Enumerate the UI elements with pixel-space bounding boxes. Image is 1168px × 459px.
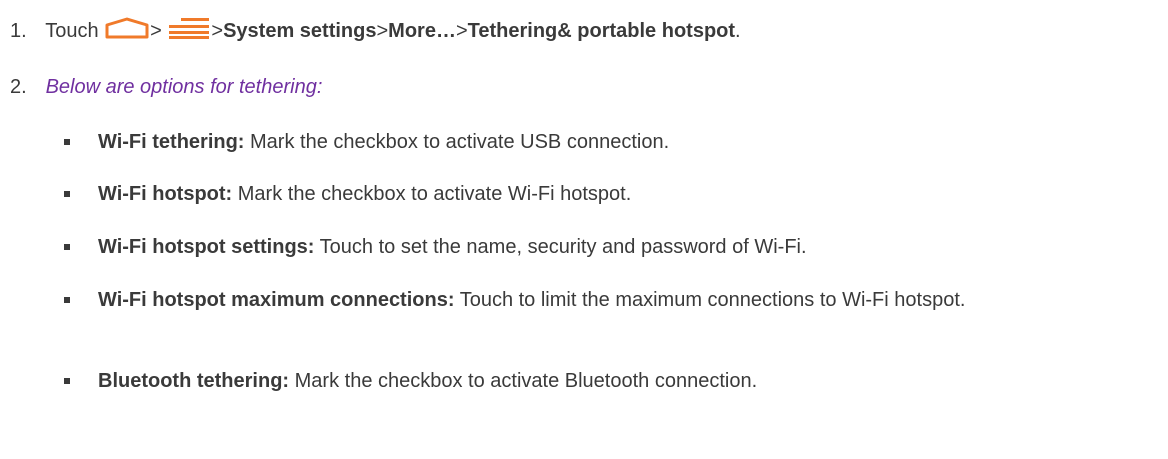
- option-label: Wi-Fi tethering:: [98, 131, 245, 153]
- bullet-square-icon: [64, 378, 70, 384]
- menu-icon: [167, 17, 211, 46]
- bullet-square-icon: [64, 139, 70, 145]
- separator: >: [376, 20, 389, 42]
- option-text: Touch to set the name, security and pass…: [314, 236, 807, 258]
- option-label: Wi-Fi hotspot:: [98, 183, 233, 205]
- list-item: Wi-Fi hotspot: Mark the checkbox to acti…: [64, 181, 632, 208]
- touch-text: Touch: [45, 20, 99, 42]
- list-item: Wi-Fi hotspot maximum connections: Touch…: [64, 287, 1158, 314]
- option-text: Mark the checkbox to activate Wi-Fi hots…: [232, 183, 632, 205]
- option-text: Mark the checkbox to activate Bluetooth …: [289, 370, 758, 392]
- step-2: 2. Below are options for tethering:: [10, 74, 322, 100]
- bullet-square-icon: [64, 191, 70, 197]
- separator: >: [150, 20, 162, 42]
- option-label: Bluetooth tethering:: [98, 370, 290, 392]
- step-number: 2.: [10, 76, 27, 98]
- list-item: Wi-Fi tethering: Mark the checkbox to ac…: [64, 129, 670, 156]
- step-1: 1. Touch > >System settings>More…>Tether…: [10, 17, 741, 46]
- step-number: 1.: [10, 20, 27, 42]
- separator: >: [211, 20, 224, 42]
- list-item: Wi-Fi hotspot settings: Touch to set the…: [64, 234, 807, 261]
- option-label: Wi-Fi hotspot settings:: [98, 236, 315, 258]
- system-settings-text: System settings: [223, 20, 377, 42]
- document-page: 1. Touch > >System settings>More…>Tether…: [0, 0, 1168, 459]
- more-text: More…: [388, 20, 456, 42]
- period: .: [735, 20, 741, 42]
- option-label: Wi-Fi hotspot maximum connections:: [98, 289, 455, 311]
- separator: >: [455, 20, 468, 42]
- home-icon: [104, 17, 150, 46]
- bullet-square-icon: [64, 297, 70, 303]
- list-item: Bluetooth tethering: Mark the checkbox t…: [64, 368, 758, 395]
- bullet-square-icon: [64, 244, 70, 250]
- step-2-text: Below are options for tethering:: [45, 76, 323, 98]
- tethering-text: Tethering& portable hotspot: [467, 20, 736, 42]
- option-text: Touch to limit the maximum connections t…: [454, 289, 966, 311]
- option-text: Mark the checkbox to activate USB connec…: [244, 131, 670, 153]
